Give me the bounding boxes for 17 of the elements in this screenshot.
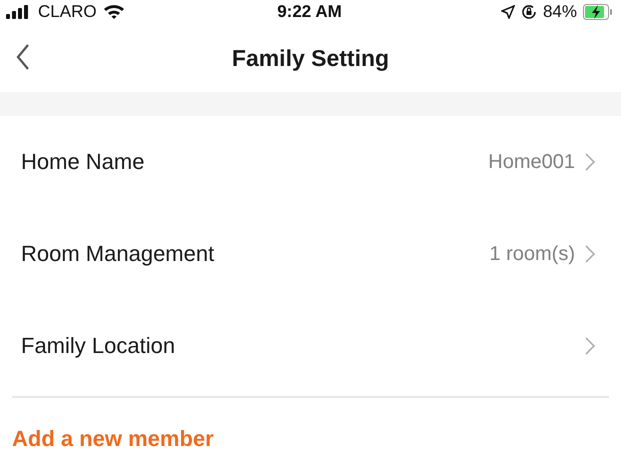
row-label: Room Management: [21, 241, 216, 267]
carrier-name: CLARO: [38, 2, 97, 22]
status-time: 9:22 AM: [277, 2, 342, 22]
wifi-icon: [102, 4, 125, 20]
row-label: Family Location: [21, 333, 176, 359]
chevron-icon: [585, 337, 595, 355]
rotation-lock-icon: [520, 4, 537, 20]
chevron-icon: [585, 153, 595, 171]
battery-percent: 84%: [542, 2, 577, 22]
location-arrow-icon: [500, 5, 515, 19]
page-title: Family Setting: [232, 44, 390, 72]
row-value: Home001: [488, 150, 575, 174]
chevron-icon: [585, 245, 595, 263]
battery-charging-icon: [583, 4, 613, 20]
row-value: 1 room(s): [489, 242, 575, 266]
back-icon[interactable]: [16, 44, 30, 70]
row-label: Home Name: [21, 149, 146, 175]
